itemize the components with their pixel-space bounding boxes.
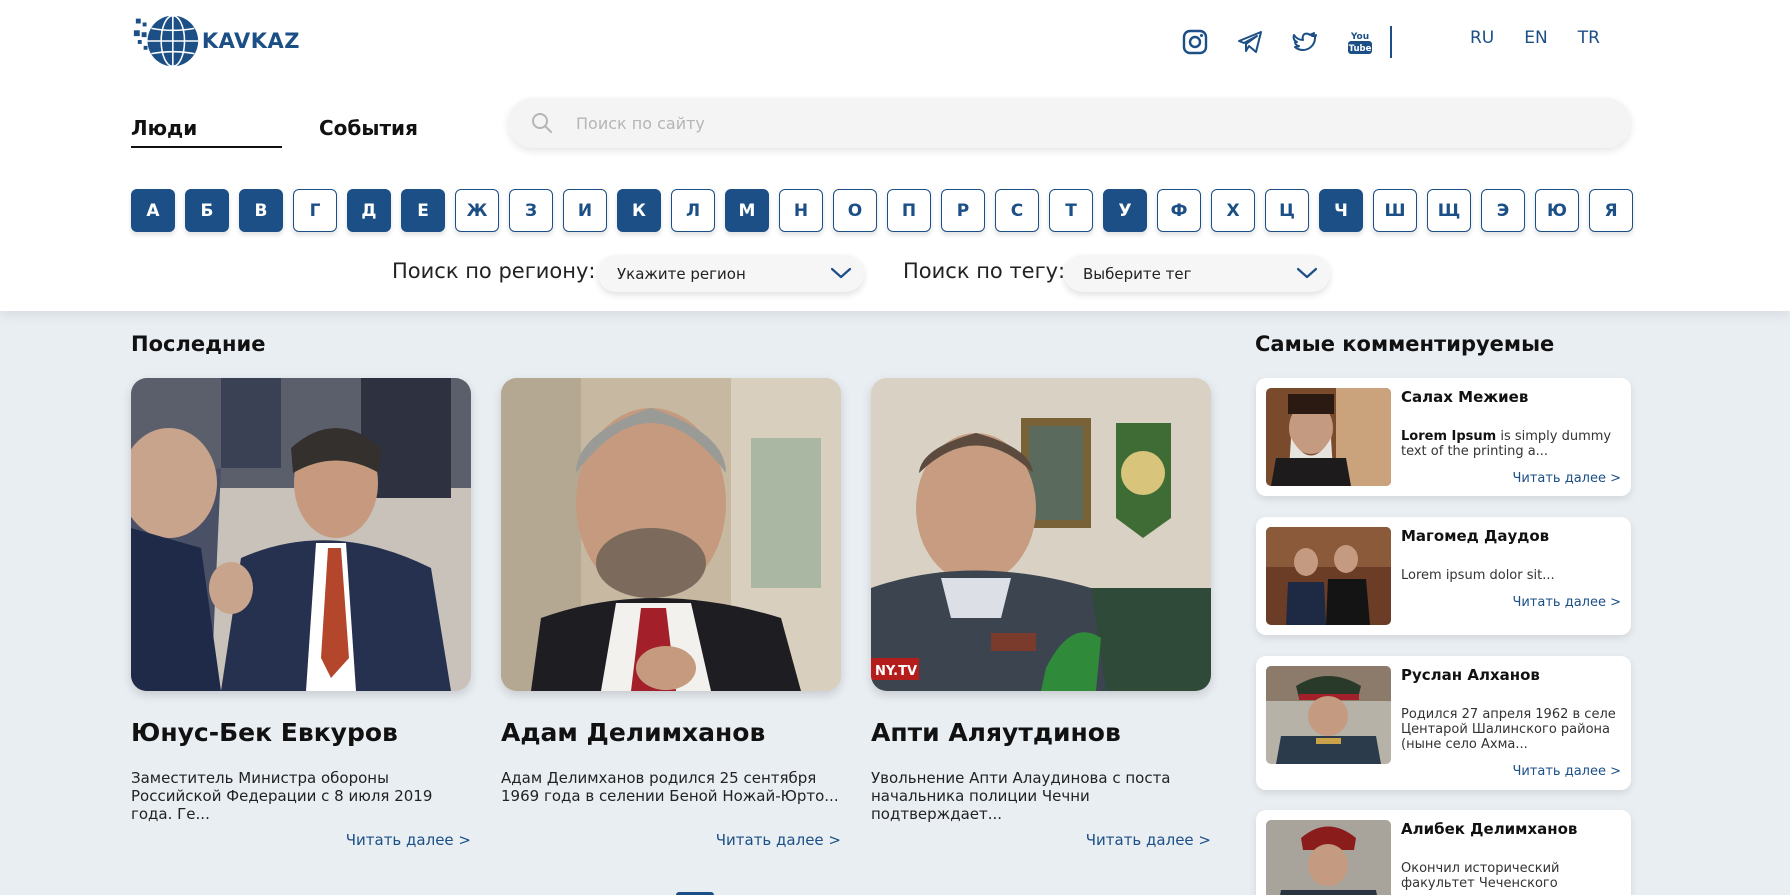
commented-item-excerpt: Родился 27 апреля 1962 в селе Центарой Ш… (1401, 707, 1616, 752)
commented-item-excerpt: Lorem ipsum dolor sit... (1401, 568, 1555, 583)
letter-filter-button[interactable]: Е (401, 189, 445, 232)
tag-filter-label: Поиск по тегу: (903, 259, 1066, 283)
most-commented-title: Самые комментируемые (1255, 332, 1555, 356)
alphabet-filter: АБВГДЕЖЗИКЛМНОПРСТУФХЦЧШЩЭЮЯ (131, 189, 1633, 232)
chevron-down-icon (830, 267, 852, 279)
tv-logo-text: NY.TV (875, 664, 917, 679)
commented-item[interactable]: Алибек Делимханов Окончил исторический ф… (1256, 810, 1631, 895)
letter-filter-button[interactable]: Р (941, 189, 985, 232)
letter-filter-button[interactable]: О (833, 189, 877, 232)
letter-filter-button[interactable]: Л (671, 189, 715, 232)
letter-filter-button[interactable]: Ф (1157, 189, 1201, 232)
search-icon[interactable] (530, 111, 554, 135)
search-input[interactable] (576, 98, 1596, 148)
thumbnail-image (1266, 820, 1391, 895)
letter-filter-button[interactable]: К (617, 189, 661, 232)
letter-filter-button[interactable]: Ю (1535, 189, 1579, 232)
tag-select-value: Выберите тег (1083, 264, 1192, 283)
youtube-icon[interactable]: You Tube (1345, 27, 1375, 57)
header-divider (1390, 26, 1392, 58)
chevron-down-icon (1296, 267, 1318, 279)
read-more-link[interactable]: Читать далее > (1512, 471, 1621, 486)
youtube-you-text: You (1350, 32, 1369, 42)
active-tab-underline (131, 146, 282, 148)
card-excerpt: Увольнение Апти Алаудинова с поста начал… (871, 769, 1171, 823)
excerpt-bold: Lorem Ipsum (1401, 429, 1497, 444)
letter-filter-button[interactable]: З (509, 189, 553, 232)
letter-filter-button[interactable]: Э (1481, 189, 1525, 232)
person-photo-image: NY.TV (871, 378, 1211, 691)
read-more-link[interactable]: Читать далее > (1512, 764, 1621, 779)
region-select-value: Укажите регион (617, 264, 746, 283)
letter-filter-button[interactable]: У (1103, 189, 1147, 232)
thumbnail-image (1266, 527, 1391, 625)
person-photo-delimkhanov[interactable] (501, 378, 841, 691)
letter-filter-button[interactable]: Ш (1373, 189, 1417, 232)
letter-filter-button[interactable]: Т (1049, 189, 1093, 232)
telegram-icon[interactable] (1235, 27, 1265, 57)
youtube-tube-text: Tube (1349, 44, 1372, 54)
person-photo-alyautdinov[interactable]: NY.TV (871, 378, 1211, 691)
twitter-icon[interactable] (1290, 27, 1320, 57)
language-switcher: RU EN TR (1470, 28, 1600, 48)
person-photo-evkurov[interactable] (131, 378, 471, 691)
commented-item[interactable]: Салах Межиев Lorem Ipsum is simply dummy… (1256, 378, 1631, 496)
letter-filter-button[interactable]: И (563, 189, 607, 232)
letter-filter-button[interactable]: Х (1211, 189, 1255, 232)
read-more-link[interactable]: Читать далее > (1512, 595, 1621, 610)
logo-text: KAVKAZ (201, 29, 300, 53)
social-links: You Tube (1180, 24, 1375, 60)
commented-item[interactable]: Магомед Даудов Lorem ipsum dolor sit... … (1256, 517, 1631, 635)
letter-filter-button[interactable]: В (239, 189, 283, 232)
letter-filter-button[interactable]: Ц (1265, 189, 1309, 232)
card-excerpt: Заместитель Министра обороны Российской … (131, 769, 433, 823)
site-logo[interactable]: KAVKAZ (130, 10, 300, 72)
commented-item-name[interactable]: Алибек Делимханов (1401, 820, 1577, 838)
letter-filter-button[interactable]: Г (293, 189, 337, 232)
read-more-link[interactable]: Читать далее > (501, 831, 841, 849)
letter-filter-button[interactable]: Б (185, 189, 229, 232)
lang-ru[interactable]: RU (1470, 28, 1494, 48)
letter-filter-button[interactable]: Н (779, 189, 823, 232)
letter-filter-button[interactable]: С (995, 189, 1039, 232)
globe-logo-icon (133, 14, 199, 68)
letter-filter-button[interactable]: Д (347, 189, 391, 232)
instagram-icon[interactable] (1180, 27, 1210, 57)
thumbnail-image (1266, 666, 1391, 764)
read-more-link[interactable]: Читать далее > (131, 831, 471, 849)
letter-filter-button[interactable]: Ч (1319, 189, 1363, 232)
lang-tr[interactable]: TR (1578, 28, 1600, 48)
latest-section-title: Последние (131, 332, 266, 356)
letter-filter-button[interactable]: Я (1589, 189, 1633, 232)
read-more-link[interactable]: Читать далее > (871, 831, 1211, 849)
person-photo-image (501, 378, 841, 691)
commented-item-name[interactable]: Руслан Алханов (1401, 666, 1540, 684)
region-filter-label: Поиск по региону: (392, 259, 596, 283)
thumbnail-image (1266, 388, 1391, 486)
letter-filter-button[interactable]: Ж (455, 189, 499, 232)
commented-item-name[interactable]: Магомед Даудов (1401, 527, 1549, 545)
commented-item[interactable]: Руслан Алханов Родился 27 апреля 1962 в … (1256, 656, 1631, 790)
letter-filter-button[interactable]: М (725, 189, 769, 232)
commented-item-excerpt: Lorem Ipsum is simply dummy text of the … (1401, 429, 1621, 459)
site-header: KAVKAZ You Tube RU EN TR Люди События По… (0, 0, 1790, 311)
tag-select[interactable]: Выберите тег (1064, 255, 1330, 292)
region-select[interactable]: Укажите регион (598, 255, 864, 292)
site-search (508, 98, 1631, 148)
commented-item-excerpt: Окончил исторический факультет Чеченског… (1401, 861, 1560, 891)
card-name[interactable]: Адам Делимханов (501, 718, 765, 747)
card-name[interactable]: Юнус-Бек Евкуров (131, 718, 398, 747)
tab-events[interactable]: События (319, 116, 418, 140)
letter-filter-button[interactable]: Щ (1427, 189, 1471, 232)
letter-filter-button[interactable]: П (887, 189, 931, 232)
card-excerpt: Адам Делимханов родился 25 сентября 1969… (501, 769, 839, 805)
tab-people[interactable]: Люди (131, 116, 197, 140)
card-name[interactable]: Апти Аляутдинов (871, 718, 1121, 747)
letter-filter-button[interactable]: А (131, 189, 175, 232)
commented-item-name[interactable]: Салах Межиев (1401, 388, 1528, 406)
lang-en[interactable]: EN (1524, 28, 1547, 48)
person-photo-image (131, 378, 471, 691)
